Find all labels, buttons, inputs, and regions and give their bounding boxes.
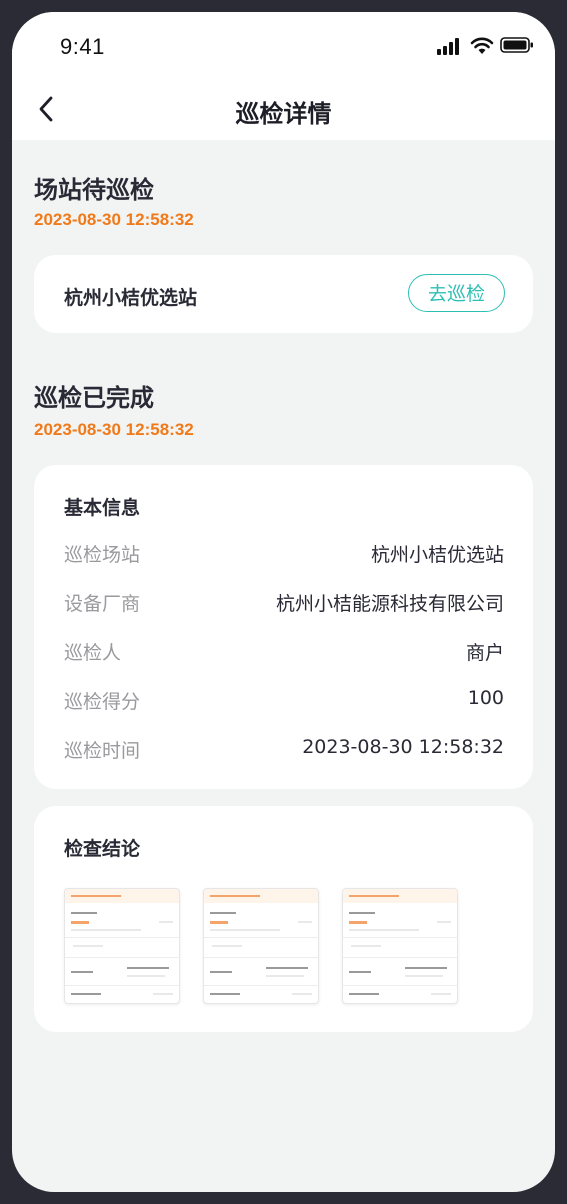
info-label: 巡检人 bbox=[64, 642, 122, 664]
info-value: 杭州小桔优选站 bbox=[370, 544, 504, 566]
page-title: 巡检详情 bbox=[235, 100, 332, 128]
info-label: 巡检场站 bbox=[64, 544, 141, 566]
info-value: 2023-08-30 12:58:32 bbox=[302, 736, 504, 758]
go-inspect-button[interactable]: 去巡检 bbox=[408, 274, 505, 312]
info-row: 巡检场站 杭州小桔优选站 bbox=[64, 540, 504, 570]
info-label: 巡检得分 bbox=[64, 691, 141, 713]
info-row: 设备厂商 杭州小桔能源科技有限公司 bbox=[64, 589, 504, 619]
info-row: 巡检得分 100 bbox=[64, 687, 504, 717]
status-time: 9:41 bbox=[60, 34, 105, 59]
wifi-icon bbox=[470, 37, 494, 54]
basic-info-card: 基本信息 巡检场站 杭州小桔优选站 设备厂商 杭州小桔能源科技有限公司 巡检人 … bbox=[34, 465, 533, 789]
signal-icon bbox=[437, 38, 459, 55]
pending-time: 2023-08-30 12:58:32 bbox=[34, 210, 194, 229]
info-row: 巡检时间 2023-08-30 12:58:32 bbox=[64, 736, 504, 766]
basic-info-heading: 基本信息 bbox=[64, 497, 141, 519]
completed-title: 巡检已完成 bbox=[34, 384, 154, 412]
info-value: 杭州小桔能源科技有限公司 bbox=[275, 593, 504, 615]
info-value: 商户 bbox=[465, 642, 504, 664]
info-row: 巡检人 商户 bbox=[64, 638, 504, 668]
info-value: 100 bbox=[467, 687, 504, 709]
phone-screen: 9:41 巡检详情 场站待巡检 2023-08-30 12:58:32 杭州小桔… bbox=[12, 12, 555, 1192]
station-name: 杭州小桔优选站 bbox=[64, 287, 198, 309]
photo-thumbnail[interactable] bbox=[64, 888, 180, 1004]
conclusion-heading: 检查结论 bbox=[64, 838, 141, 860]
info-label: 设备厂商 bbox=[64, 593, 141, 615]
pending-station-card: 杭州小桔优选站 去巡检 bbox=[34, 255, 533, 333]
completed-time: 2023-08-30 12:58:32 bbox=[34, 420, 194, 439]
photo-thumbnail[interactable] bbox=[342, 888, 458, 1004]
conclusion-card: 检查结论 bbox=[34, 806, 533, 1032]
nav-bar: 巡检详情 bbox=[12, 82, 555, 140]
pending-title: 场站待巡检 bbox=[34, 176, 154, 204]
battery-icon bbox=[500, 37, 533, 53]
info-label: 巡检时间 bbox=[64, 740, 141, 762]
photo-thumbnail[interactable] bbox=[203, 888, 319, 1004]
status-bar: 9:41 bbox=[12, 12, 555, 82]
